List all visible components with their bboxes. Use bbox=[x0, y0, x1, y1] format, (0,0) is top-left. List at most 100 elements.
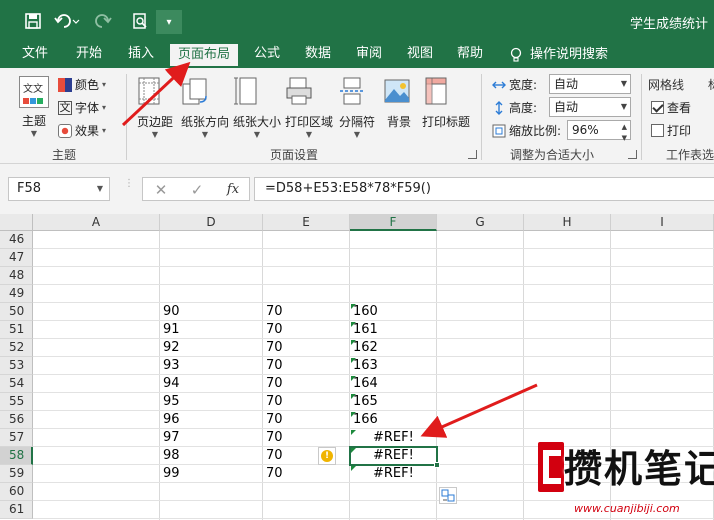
gridlines-print-checkbox[interactable]: 打印 bbox=[651, 122, 691, 139]
error-indicator-icon bbox=[351, 340, 356, 345]
tab-page-layout[interactable]: 页面布局 bbox=[170, 44, 239, 68]
row-header-46[interactable]: 46 bbox=[0, 231, 33, 249]
column-header-g[interactable]: G bbox=[437, 214, 524, 231]
themes-button[interactable]: 文文 主题 ▼ bbox=[14, 76, 54, 138]
cell-e59[interactable]: 70 bbox=[263, 465, 283, 483]
spin-down-icon[interactable]: ▼ bbox=[622, 129, 627, 147]
column-header-f[interactable]: F bbox=[350, 214, 437, 231]
background-button[interactable]: 背景 bbox=[382, 76, 416, 130]
row-header-53[interactable]: 53 bbox=[0, 357, 33, 375]
cell-f57[interactable]: #REF! bbox=[370, 429, 414, 447]
cell-e50[interactable]: 70 bbox=[263, 303, 283, 321]
gridlines-print-label: 打印 bbox=[667, 124, 692, 138]
cell-d58[interactable]: 98 bbox=[160, 447, 180, 465]
row-header-57[interactable]: 57 bbox=[0, 429, 33, 447]
orientation-button[interactable]: 纸张方向 ▼ bbox=[180, 76, 230, 139]
print-titles-button[interactable]: 打印标题 bbox=[420, 76, 472, 130]
column-header-i[interactable]: I bbox=[611, 214, 714, 231]
paper-size-icon bbox=[234, 77, 257, 105]
cell-e56[interactable]: 70 bbox=[263, 411, 283, 429]
cell-d55[interactable]: 95 bbox=[160, 393, 180, 411]
width-select[interactable]: 自动 ▼ bbox=[549, 74, 631, 94]
watermark: 攒机笔记 www.cuanjibiji.com bbox=[534, 436, 714, 520]
cell-d53[interactable]: 93 bbox=[160, 357, 180, 375]
tab-formulas[interactable]: 公式 bbox=[254, 42, 280, 68]
insert-function-icon[interactable]: fx bbox=[221, 179, 245, 201]
height-select[interactable]: 自动 ▼ bbox=[549, 97, 631, 117]
cell-d51[interactable]: 91 bbox=[160, 321, 180, 339]
cell-d59[interactable]: 99 bbox=[160, 465, 180, 483]
select-all-corner[interactable] bbox=[0, 214, 33, 231]
column-header-a[interactable]: A bbox=[33, 214, 160, 231]
row-header-61[interactable]: 61 bbox=[0, 501, 33, 519]
row-header-50[interactable]: 50 bbox=[0, 303, 33, 321]
page-setup-launcher-icon[interactable] bbox=[468, 150, 477, 159]
fill-handle[interactable] bbox=[434, 462, 440, 468]
print-area-button[interactable]: 打印区域 ▼ bbox=[284, 76, 334, 139]
row-header-59[interactable]: 59 bbox=[0, 465, 33, 483]
colors-button[interactable]: 颜色 ▾ bbox=[58, 76, 106, 93]
print-preview-icon[interactable] bbox=[126, 0, 154, 42]
cell-e52[interactable]: 70 bbox=[263, 339, 283, 357]
row-header-49[interactable]: 49 bbox=[0, 285, 33, 303]
gridlines-view-checkbox[interactable]: 查看 bbox=[651, 99, 691, 116]
cell-d54[interactable]: 94 bbox=[160, 375, 180, 393]
tab-insert[interactable]: 插入 bbox=[128, 42, 154, 68]
row-header-51[interactable]: 51 bbox=[0, 321, 33, 339]
row-header-52[interactable]: 52 bbox=[0, 339, 33, 357]
customize-qat-button[interactable]: ▾ bbox=[156, 10, 182, 34]
scale-group-label: 调整为合适大小 bbox=[510, 148, 595, 162]
tab-review[interactable]: 审阅 bbox=[356, 42, 382, 68]
cell-e55[interactable]: 70 bbox=[263, 393, 283, 411]
tab-data[interactable]: 数据 bbox=[305, 42, 331, 68]
row-header-48[interactable]: 48 bbox=[0, 267, 33, 285]
chevron-down-icon: ▼ bbox=[151, 130, 159, 139]
cell-e54[interactable]: 70 bbox=[263, 375, 283, 393]
cell-d52[interactable]: 92 bbox=[160, 339, 180, 357]
breaks-button[interactable]: 分隔符 ▼ bbox=[337, 76, 377, 139]
column-header-e[interactable]: E bbox=[263, 214, 350, 231]
undo-icon[interactable] bbox=[50, 0, 84, 42]
breaks-label: 分隔符 bbox=[338, 115, 375, 129]
height-icon bbox=[495, 100, 503, 115]
cell-e53[interactable]: 70 bbox=[263, 357, 283, 375]
tab-home[interactable]: 开始 bbox=[76, 42, 102, 68]
size-button[interactable]: 纸张大小 ▼ bbox=[232, 76, 282, 139]
tab-file[interactable]: 文件 bbox=[22, 42, 48, 68]
title-bar: ▾ 学生成绩统计 bbox=[0, 0, 714, 42]
tab-help[interactable]: 帮助 bbox=[457, 42, 483, 68]
tell-me-search[interactable]: 操作说明搜索 bbox=[510, 42, 608, 68]
scale-spinner[interactable]: 96% ▲ ▼ bbox=[567, 120, 631, 142]
name-box[interactable]: F58 ▼ bbox=[8, 177, 110, 201]
save-icon[interactable] bbox=[18, 0, 48, 42]
row-header-58[interactable]: 58 bbox=[0, 447, 33, 465]
redo-icon[interactable] bbox=[88, 0, 122, 42]
effects-button[interactable]: 效果 ▾ bbox=[58, 122, 106, 139]
cell-f59[interactable]: #REF! bbox=[370, 465, 414, 483]
splitter-dots-icon[interactable]: ⋮ bbox=[124, 179, 134, 197]
watermark-logo bbox=[538, 442, 564, 492]
row-header-47[interactable]: 47 bbox=[0, 249, 33, 267]
cell-d56[interactable]: 96 bbox=[160, 411, 180, 429]
column-header-h[interactable]: H bbox=[524, 214, 611, 231]
cancel-icon[interactable]: ✕ bbox=[149, 179, 173, 201]
fonts-button[interactable]: 文 字体 ▾ bbox=[58, 99, 106, 116]
paste-options-button[interactable] bbox=[439, 487, 457, 504]
tab-view[interactable]: 视图 bbox=[407, 42, 433, 68]
row-header-54[interactable]: 54 bbox=[0, 375, 33, 393]
error-warning-button[interactable]: ! bbox=[318, 447, 336, 465]
row-header-60[interactable]: 60 bbox=[0, 483, 33, 501]
enter-icon[interactable]: ✓ bbox=[185, 179, 209, 201]
cell-e51[interactable]: 70 bbox=[263, 321, 283, 339]
row-header-56[interactable]: 56 bbox=[0, 411, 33, 429]
formula-input[interactable]: =D58+E53:E58*78*F59() bbox=[254, 177, 714, 201]
column-header-d[interactable]: D bbox=[160, 214, 263, 231]
margins-button[interactable]: 页边距 ▼ bbox=[134, 76, 176, 139]
row-gridline bbox=[33, 248, 714, 249]
cell-e58[interactable]: 70 bbox=[263, 447, 283, 465]
scale-launcher-icon[interactable] bbox=[628, 150, 637, 159]
cell-e57[interactable]: 70 bbox=[263, 429, 283, 447]
row-header-55[interactable]: 55 bbox=[0, 393, 33, 411]
cell-d50[interactable]: 90 bbox=[160, 303, 180, 321]
cell-d57[interactable]: 97 bbox=[160, 429, 180, 447]
